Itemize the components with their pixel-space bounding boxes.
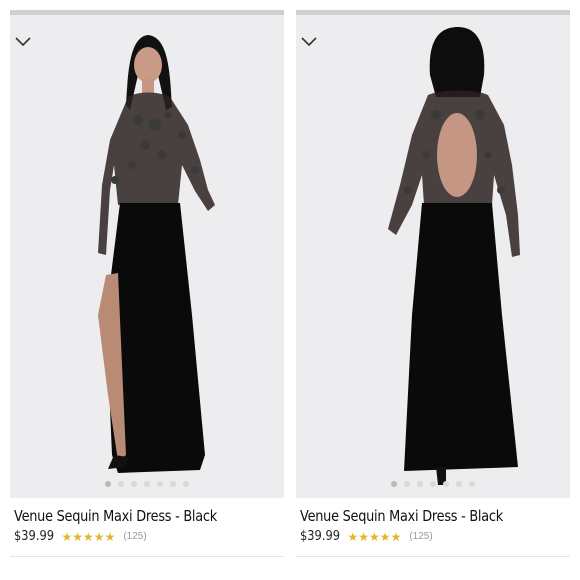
model-back-photo bbox=[388, 27, 520, 485]
carousel-dot[interactable] bbox=[391, 481, 397, 487]
price-rating-row: $39.99 ★ ★ ★ ★ ★ (125) bbox=[14, 529, 147, 544]
chevron-down-icon[interactable] bbox=[300, 35, 318, 47]
star-icon: ★ bbox=[347, 529, 359, 544]
review-count[interactable]: (125) bbox=[409, 531, 432, 542]
carousel-dot[interactable] bbox=[430, 481, 436, 487]
star-icon: ★ bbox=[379, 529, 391, 544]
review-count[interactable]: (125) bbox=[123, 531, 146, 542]
carousel-dots[interactable] bbox=[296, 481, 570, 487]
divider bbox=[10, 556, 284, 557]
carousel-dot[interactable] bbox=[105, 481, 111, 487]
carousel-dot[interactable] bbox=[404, 481, 410, 487]
product-price: $39.99 bbox=[14, 529, 55, 544]
carousel-dot[interactable] bbox=[469, 481, 475, 487]
carousel-dot[interactable] bbox=[417, 481, 423, 487]
product-card[interactable]: Venue Sequin Maxi Dress - Black $39.99 ★… bbox=[10, 0, 284, 580]
star-icon: ★ bbox=[358, 529, 370, 544]
product-title[interactable]: Venue Sequin Maxi Dress - Black bbox=[300, 507, 503, 525]
price-rating-row: $39.99 ★ ★ ★ ★ ★ (125) bbox=[300, 529, 433, 544]
star-icon: ★ bbox=[72, 529, 84, 544]
carousel-dot[interactable] bbox=[144, 481, 150, 487]
carousel-dot[interactable] bbox=[157, 481, 163, 487]
product-title[interactable]: Venue Sequin Maxi Dress - Black bbox=[14, 507, 217, 525]
carousel-dot[interactable] bbox=[183, 481, 189, 487]
star-rating: ★ ★ ★ ★ ★ bbox=[348, 531, 402, 543]
carousel-dot[interactable] bbox=[443, 481, 449, 487]
star-icon: ★ bbox=[93, 529, 105, 544]
star-icon: ★ bbox=[104, 529, 116, 544]
product-card[interactable]: Venue Sequin Maxi Dress - Black $39.99 ★… bbox=[296, 0, 570, 580]
divider bbox=[296, 556, 570, 557]
carousel-dot[interactable] bbox=[118, 481, 124, 487]
star-rating: ★ ★ ★ ★ ★ bbox=[62, 531, 116, 543]
carousel-dot[interactable] bbox=[131, 481, 137, 487]
star-icon: ★ bbox=[83, 529, 94, 544]
star-icon: ★ bbox=[61, 529, 73, 544]
carousel-dot[interactable] bbox=[456, 481, 462, 487]
star-icon: ★ bbox=[369, 529, 380, 544]
carousel-dots[interactable] bbox=[10, 481, 284, 487]
product-image[interactable] bbox=[296, 15, 570, 498]
product-image[interactable] bbox=[10, 15, 284, 498]
star-icon: ★ bbox=[390, 529, 402, 544]
model-front-photo bbox=[98, 35, 215, 473]
carousel-dot[interactable] bbox=[170, 481, 176, 487]
chevron-down-icon[interactable] bbox=[14, 35, 32, 47]
product-price: $39.99 bbox=[300, 529, 341, 544]
